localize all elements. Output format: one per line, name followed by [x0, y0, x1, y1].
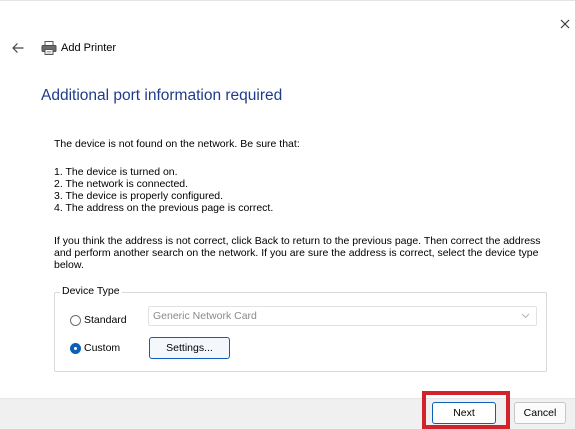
- checklist-item: 2. The network is connected.: [54, 178, 189, 190]
- checklist-item: 4. The address on the previous page is c…: [54, 202, 274, 214]
- close-icon: [560, 19, 570, 29]
- add-printer-window: Add Printer Additional port information …: [0, 0, 575, 429]
- device-type-group: [54, 292, 547, 372]
- standard-radio[interactable]: [70, 315, 81, 326]
- page-heading: Additional port information required: [41, 87, 283, 104]
- checklist-item: 1. The device is turned on.: [54, 166, 178, 178]
- cancel-button[interactable]: Cancel: [514, 402, 566, 424]
- back-button[interactable]: [11, 41, 25, 55]
- chevron-down-icon: [521, 313, 530, 319]
- window-top-edge: [0, 0, 575, 1]
- device-type-select-value: Generic Network Card: [153, 310, 257, 322]
- intro-text: The device is not found on the network. …: [54, 138, 300, 150]
- standard-radio-label[interactable]: Standard: [84, 314, 127, 327]
- custom-radio[interactable]: [70, 343, 81, 354]
- device-type-select[interactable]: Generic Network Card: [148, 306, 537, 326]
- printer-icon: [41, 41, 57, 55]
- next-button-highlight: [422, 391, 510, 429]
- close-button[interactable]: [558, 17, 572, 31]
- instructions-text: If you think the address is not correct,…: [54, 235, 541, 271]
- window-title: Add Printer: [61, 42, 117, 54]
- back-arrow-icon: [12, 43, 24, 53]
- custom-radio-label[interactable]: Custom: [84, 342, 120, 355]
- device-type-label: Device Type: [60, 285, 122, 298]
- settings-button[interactable]: Settings...: [149, 337, 230, 359]
- checklist-item: 3. The device is properly configured.: [54, 190, 224, 202]
